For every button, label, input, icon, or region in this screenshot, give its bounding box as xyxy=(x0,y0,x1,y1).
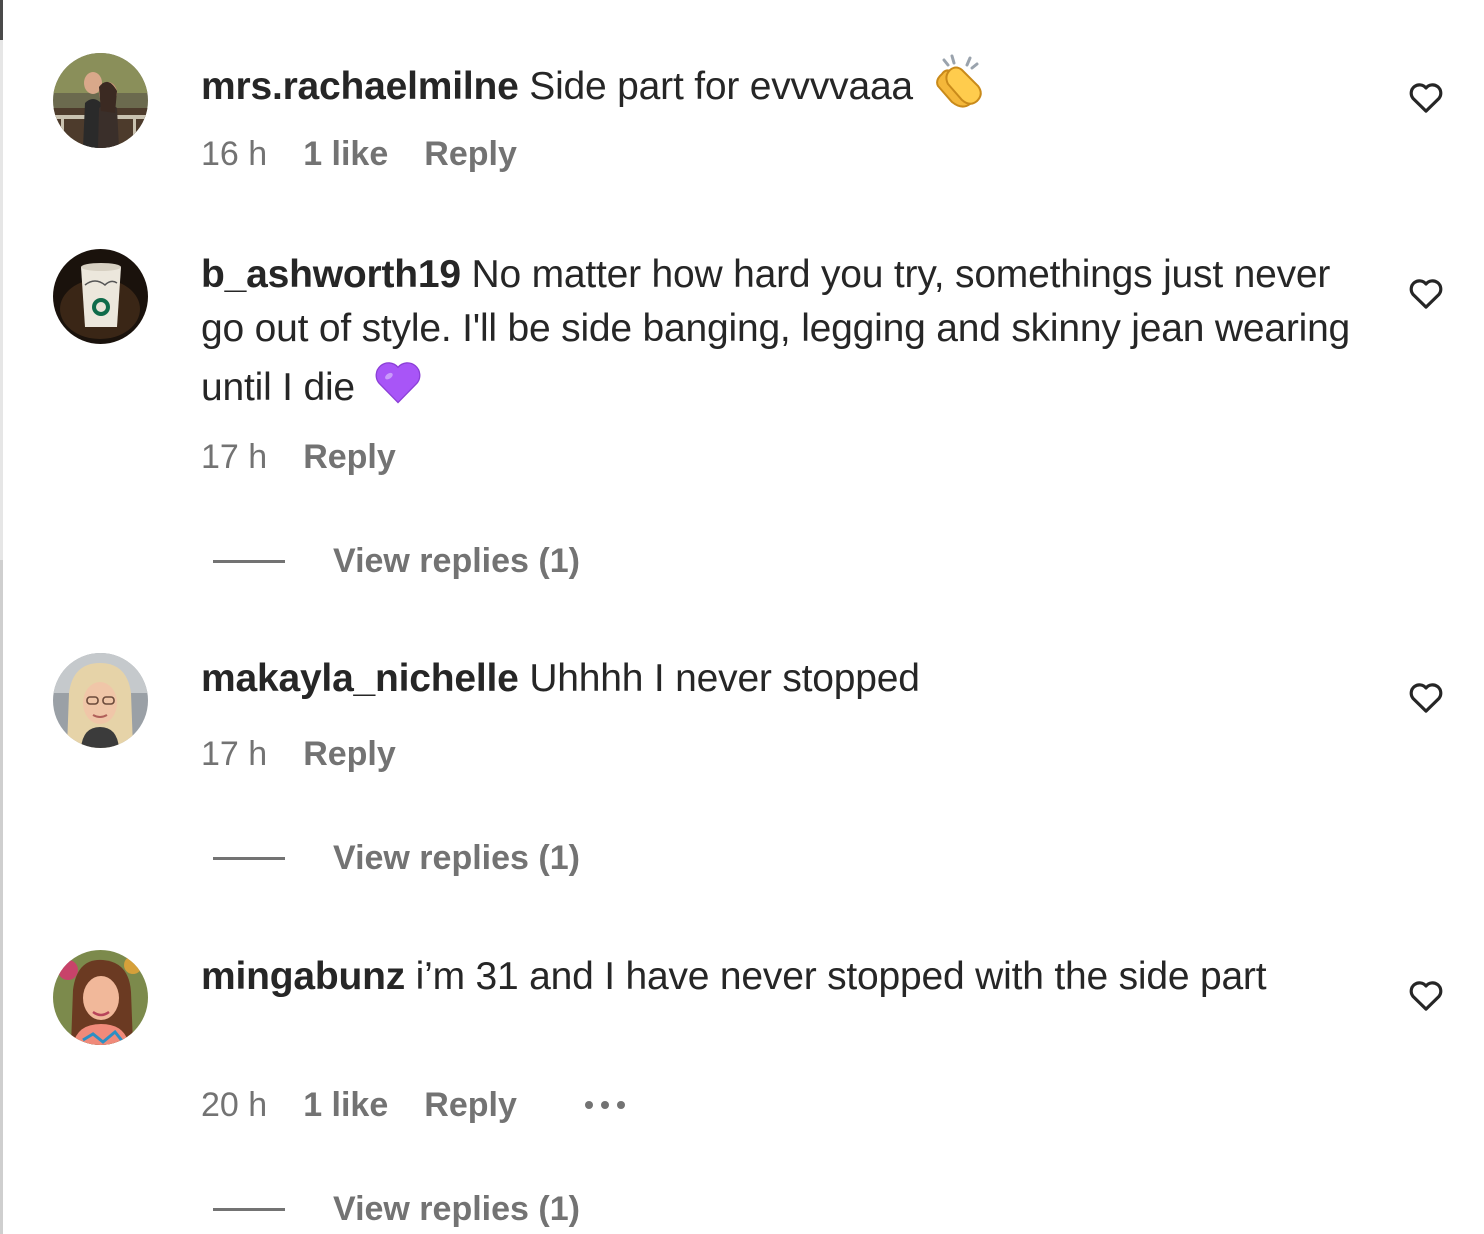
comment-likes[interactable]: 1 like xyxy=(303,135,388,174)
comment-username[interactable]: mrs.rachaelmilne xyxy=(201,65,519,108)
view-replies-label[interactable]: View replies (1) xyxy=(333,1190,580,1229)
comment-text: i’m 31 and I have never stopped with the… xyxy=(415,955,1267,998)
comment-meta: 17 h Reply xyxy=(201,732,464,776)
comment-meta: 16 h 1 like Reply xyxy=(201,132,585,176)
comment-body: b_ashworth19 No matter how hard you try,… xyxy=(201,248,1371,423)
like-heart-icon[interactable] xyxy=(1406,975,1446,1015)
like-heart-icon[interactable] xyxy=(1406,77,1446,117)
avatar[interactable] xyxy=(53,53,148,148)
reply-button[interactable]: Reply xyxy=(424,135,517,174)
comment-timestamp[interactable]: 17 h xyxy=(201,438,267,477)
comment-timestamp[interactable]: 17 h xyxy=(201,735,267,774)
comment-text: Side part for evvvvaaa xyxy=(529,64,913,108)
like-heart-icon[interactable] xyxy=(1406,677,1446,717)
clapping-hands-icon xyxy=(930,52,988,125)
view-replies-button[interactable]: View replies (1) xyxy=(213,1187,580,1231)
reply-button[interactable]: Reply xyxy=(303,438,396,477)
avatar[interactable] xyxy=(53,653,148,748)
comment-meta: 17 h Reply xyxy=(201,435,464,479)
comment-text: Uhhhh I never stopped xyxy=(529,657,920,700)
comment-body: mingabunz i’m 31 and I have never stoppe… xyxy=(201,950,1371,1004)
comment-body: mrs.rachaelmilne Side part for evvvvaaa xyxy=(201,52,1371,125)
window-left-edge xyxy=(0,0,3,1234)
replies-divider-line xyxy=(213,856,285,860)
comment-username[interactable]: b_ashworth19 xyxy=(201,253,461,296)
replies-divider-line xyxy=(213,1207,285,1211)
view-replies-button[interactable]: View replies (1) xyxy=(213,836,580,880)
comment-meta: 20 h 1 like Reply xyxy=(201,1083,625,1127)
replies-divider-line xyxy=(213,559,285,563)
comment-timestamp[interactable]: 16 h xyxy=(201,135,267,174)
avatar[interactable] xyxy=(53,950,148,1045)
comment-likes[interactable]: 1 like xyxy=(303,1086,388,1125)
view-replies-button[interactable]: View replies (1) xyxy=(213,539,580,583)
avatar[interactable] xyxy=(53,249,148,344)
reply-button[interactable]: Reply xyxy=(424,1086,517,1125)
comment-body: makayla_nichelle Uhhhh I never stopped xyxy=(201,652,1371,706)
reply-button[interactable]: Reply xyxy=(303,735,396,774)
purple-heart-icon xyxy=(372,356,424,423)
comment-timestamp[interactable]: 20 h xyxy=(201,1086,267,1125)
more-options-icon[interactable] xyxy=(584,1101,625,1109)
comment-username[interactable]: mingabunz xyxy=(201,955,405,998)
like-heart-icon[interactable] xyxy=(1406,273,1446,313)
comment-username[interactable]: makayla_nichelle xyxy=(201,657,519,700)
view-replies-label[interactable]: View replies (1) xyxy=(333,542,580,581)
view-replies-label[interactable]: View replies (1) xyxy=(333,839,580,878)
